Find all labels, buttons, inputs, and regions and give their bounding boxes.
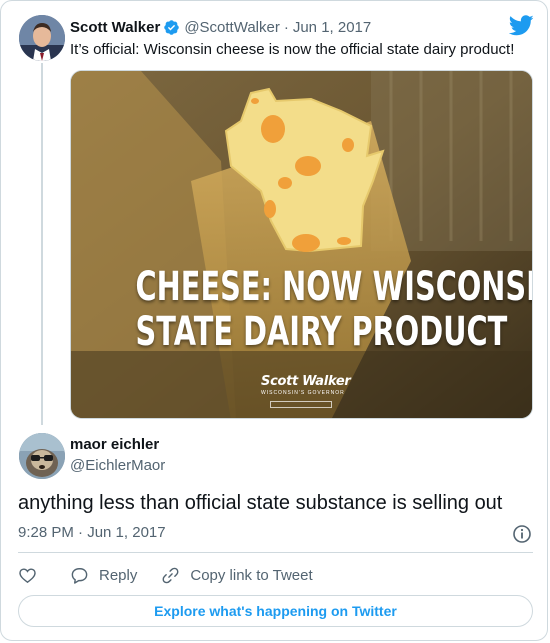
copy-link-button[interactable]: Copy link to Tweet bbox=[161, 566, 313, 585]
tweet-actions: Reply Copy link to Tweet bbox=[18, 564, 313, 586]
thread-connector-line bbox=[41, 63, 43, 425]
tweet-date[interactable]: Jun 1, 2017 bbox=[293, 19, 371, 36]
separator-dot: · bbox=[283, 18, 289, 36]
tweet-embed-card: Scott Walker @ScottWalker · Jun 1, 2017 … bbox=[0, 0, 548, 641]
author-name[interactable]: Scott Walker bbox=[70, 19, 160, 36]
author-handle[interactable]: @ScottWalker bbox=[184, 19, 280, 36]
brand-subtitle: WISCONSIN'S GOVERNOR bbox=[261, 390, 345, 396]
info-icon[interactable] bbox=[512, 524, 532, 544]
divider bbox=[18, 552, 533, 553]
speech-bubble-icon bbox=[71, 567, 88, 584]
media-headline-line2: STATE DAIRY PRODUCT bbox=[135, 309, 508, 355]
brand-disclaimer-box bbox=[270, 401, 332, 408]
twitter-bird-icon[interactable] bbox=[509, 15, 534, 36]
reply-tweet-text: anything less than official state substa… bbox=[18, 492, 503, 514]
cheese-photo bbox=[71, 71, 532, 418]
copy-link-label: Copy link to Tweet bbox=[190, 566, 313, 584]
explore-twitter-button[interactable]: Explore what's happening on Twitter bbox=[18, 595, 533, 627]
media-brand-logo: Scott Walker WISCONSIN'S GOVERNOR bbox=[261, 374, 351, 408]
tweet-media-image[interactable]: CHEESE: NOW WISCONSIN’S STATE DAIRY PROD… bbox=[70, 70, 533, 419]
like-button[interactable] bbox=[18, 566, 37, 585]
reply-label: Reply bbox=[99, 566, 138, 584]
avatar[interactable] bbox=[19, 15, 65, 61]
reply-button[interactable]: Reply bbox=[70, 566, 137, 585]
media-headline-line1: CHEESE: NOW WISCONSIN’S bbox=[135, 264, 532, 310]
avatar[interactable] bbox=[19, 433, 65, 479]
brand-name: Scott Walker bbox=[261, 374, 351, 389]
link-icon bbox=[162, 567, 179, 583]
reply-author-name[interactable]: maor eichler bbox=[70, 436, 159, 453]
verified-badge-icon bbox=[164, 19, 180, 35]
quoted-tweet-text: It’s official: Wisconsin cheese is now t… bbox=[70, 41, 515, 58]
heart-icon bbox=[19, 567, 36, 583]
tweet-timestamp[interactable]: 9:28 PM · Jun 1, 2017 bbox=[18, 524, 166, 541]
reply-author-handle[interactable]: @EichlerMaor bbox=[70, 457, 165, 474]
quoted-tweet-header: Scott Walker @ScottWalker · Jun 1, 2017 bbox=[70, 17, 371, 37]
